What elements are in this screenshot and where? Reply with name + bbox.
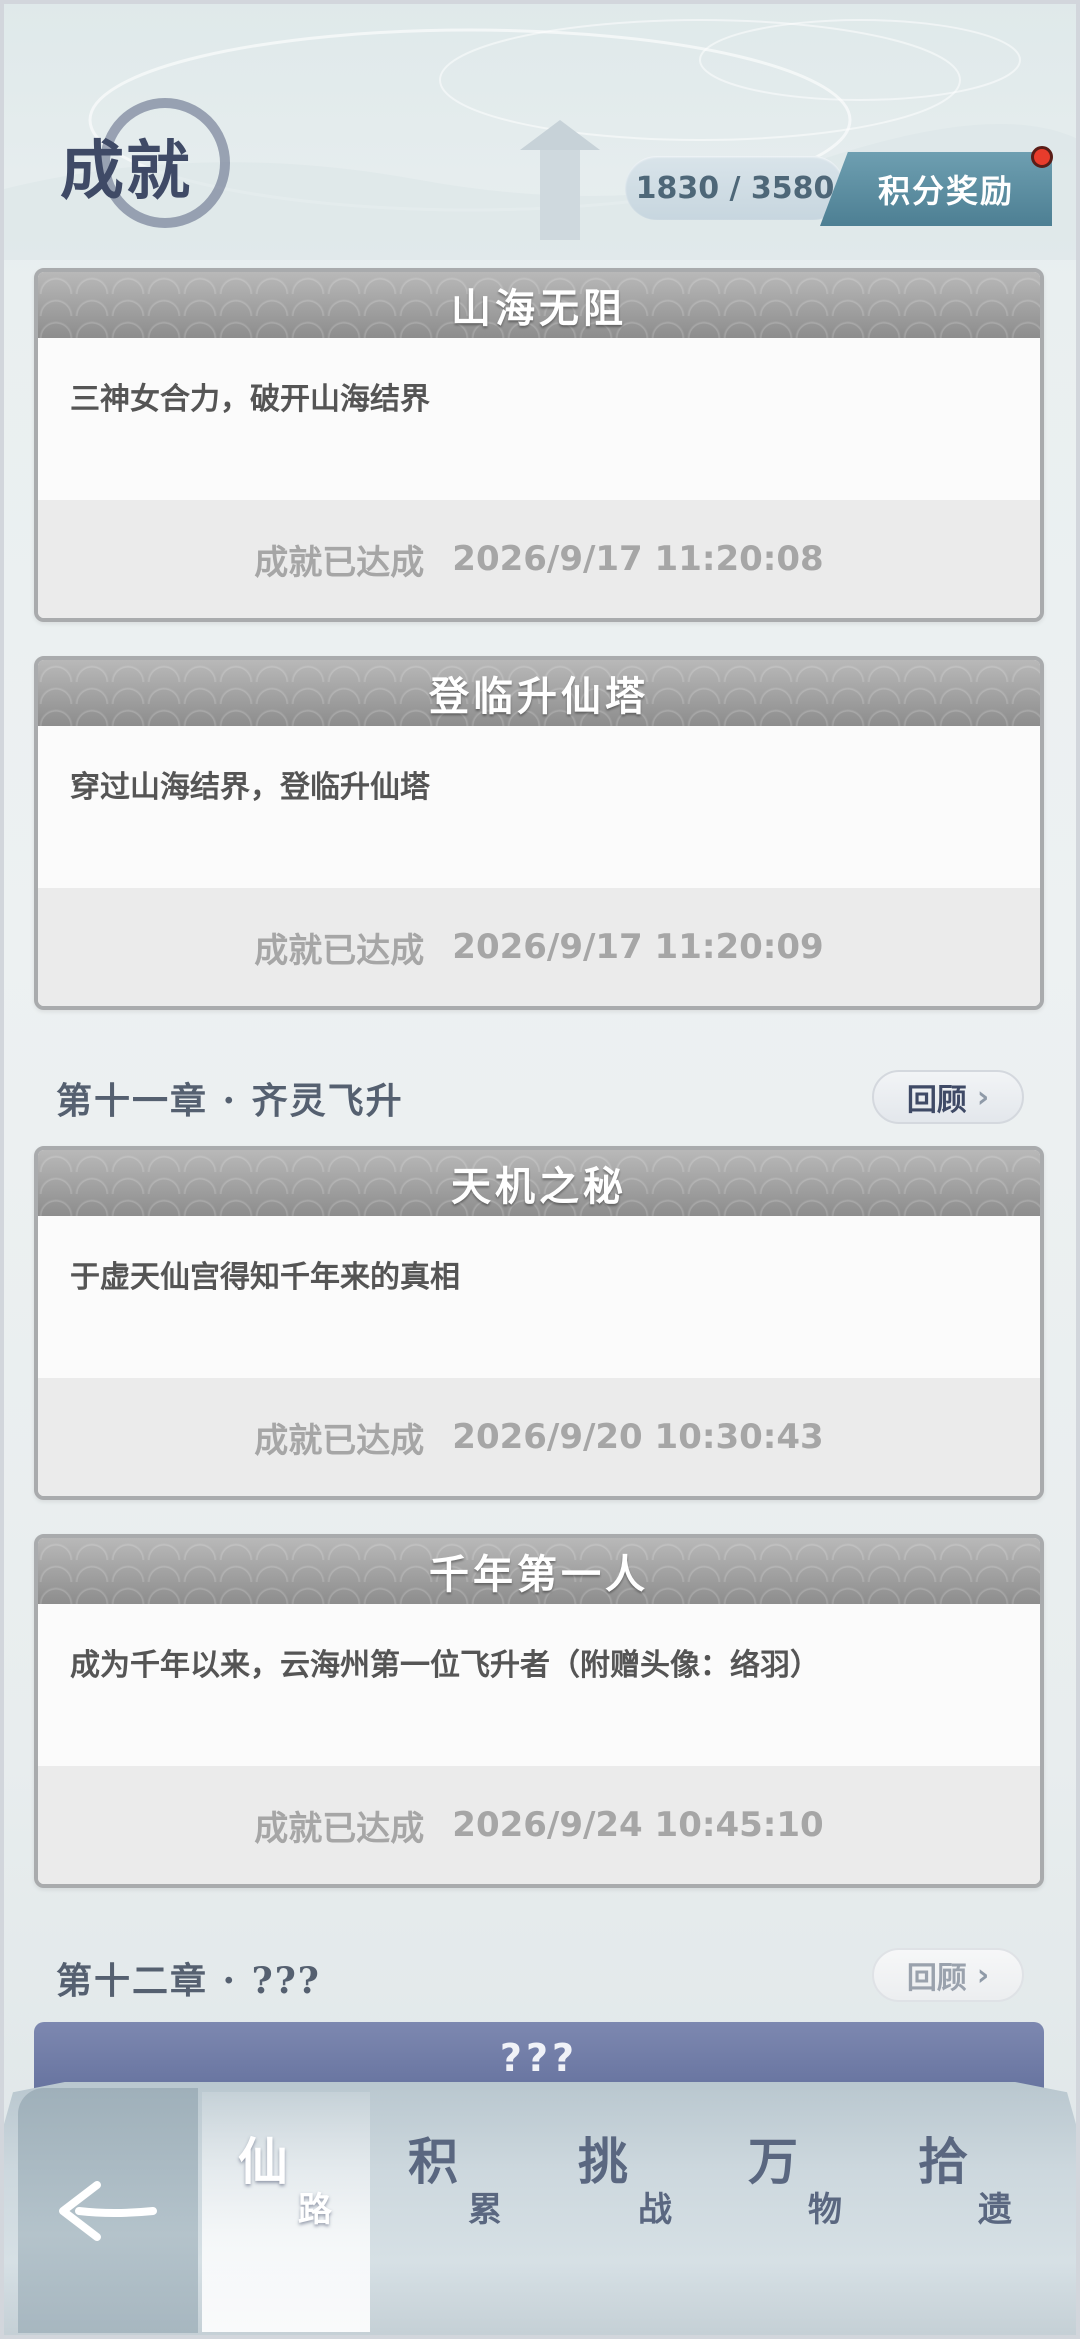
- achievement-description: 三神女合力，破开山海结界: [38, 338, 1040, 500]
- points-reward-button[interactable]: 积分奖励: [820, 152, 1052, 226]
- chapter-review-button[interactable]: 回顾 ›: [872, 1948, 1024, 2002]
- achievement-status-row: 成就已达成 2026/9/17 11:20:08: [38, 500, 1040, 618]
- tab-xianlu[interactable]: 仙 路: [202, 2092, 370, 2332]
- achievement-card: 登临升仙塔 穿过山海结界，登临升仙塔 成就已达成 2026/9/17 11:20…: [34, 656, 1044, 1010]
- tab-main-label: 拾: [918, 2132, 968, 2191]
- bottom-navigation: 仙 路 积 累 挑 战 万 物 拾 遗: [0, 2082, 1080, 2339]
- locked-achievement-title: ???: [499, 2036, 579, 2080]
- achievement-title: 登临升仙塔: [429, 673, 649, 720]
- notification-dot-icon: [1031, 146, 1053, 168]
- back-arrow-icon: [59, 2180, 157, 2241]
- tab-main-label: 仙: [238, 2132, 288, 2191]
- achievement-timestamp: 2026/9/17 11:20:09: [452, 927, 824, 967]
- tab-sub-label: 战: [638, 2190, 672, 2230]
- tab-tiaozhan[interactable]: 挑 战: [542, 2092, 710, 2332]
- achievement-card: 千年第一人 成为千年以来，云海州第一位飞升者（附赠头像：络羽） 成就已达成 20…: [34, 1534, 1044, 1888]
- achievement-timestamp: 2026/9/17 11:20:08: [452, 539, 824, 579]
- tab-wanwu[interactable]: 万 物: [712, 2092, 880, 2332]
- title-emblem: 成就: [60, 90, 260, 240]
- achievement-card: 天机之秘 于虚天仙宫得知千年来的真相 成就已达成 2026/9/20 10:30…: [34, 1146, 1044, 1500]
- chapter-review-button[interactable]: 回顾 ›: [872, 1070, 1024, 1124]
- back-button[interactable]: [18, 2088, 198, 2333]
- tab-main-label: 积: [408, 2132, 458, 2191]
- achievement-status-row: 成就已达成 2026/9/24 10:45:10: [38, 1766, 1040, 1884]
- achievement-card-header: 天机之秘: [38, 1150, 1040, 1216]
- tab-main-label: 挑: [578, 2132, 628, 2191]
- chevron-right-icon: ›: [976, 1957, 990, 1993]
- tab-jilei[interactable]: 积 累: [372, 2092, 540, 2332]
- points-counter: 1830 / 3580: [625, 156, 845, 220]
- tab-sub-label: 路: [298, 2190, 332, 2230]
- tab-sub-label: 遗: [978, 2190, 1012, 2230]
- achievement-status: 成就已达成: [254, 1420, 425, 1461]
- review-label: 回顾: [906, 1961, 967, 1996]
- tab-main-label: 万: [748, 2132, 798, 2191]
- achievement-description: 成为千年以来，云海州第一位飞升者（附赠头像：络羽）: [38, 1604, 1040, 1766]
- achievement-card: 山海无阻 三神女合力，破开山海结界 成就已达成 2026/9/17 11:20:…: [34, 268, 1044, 622]
- achievement-timestamp: 2026/9/20 10:30:43: [452, 1417, 824, 1457]
- chevron-right-icon: ›: [976, 1079, 990, 1115]
- achievement-title: 天机之秘: [451, 1163, 627, 1210]
- tab-sub-label: 物: [808, 2190, 842, 2230]
- tab-sub-label: 累: [468, 2190, 502, 2230]
- chapter-title: 第十二章 · ???: [56, 1960, 321, 2002]
- review-label: 回顾: [906, 1083, 967, 1118]
- achievement-title: 山海无阻: [451, 285, 627, 332]
- achievement-status: 成就已达成: [254, 930, 425, 971]
- achievement-description: 于虚天仙宫得知千年来的真相: [38, 1216, 1040, 1378]
- chapter-title: 第十一章 · 齐灵飞升: [56, 1080, 404, 1122]
- achievement-status-row: 成就已达成 2026/9/17 11:20:09: [38, 888, 1040, 1006]
- page-title: 成就: [60, 134, 192, 209]
- achievement-timestamp: 2026/9/24 10:45:10: [452, 1805, 824, 1845]
- tab-shiyi[interactable]: 拾 遗: [882, 2092, 1050, 2332]
- achievement-status: 成就已达成: [254, 542, 425, 583]
- achievement-status-row: 成就已达成 2026/9/20 10:30:43: [38, 1378, 1040, 1496]
- achievement-title: 千年第一人: [429, 1551, 649, 1598]
- achievement-description: 穿过山海结界，登临升仙塔: [38, 726, 1040, 888]
- achievement-status: 成就已达成: [254, 1808, 425, 1849]
- achievement-card-header: 千年第一人: [38, 1538, 1040, 1604]
- header: 成就 1830 / 3580 积分奖励: [0, 0, 1080, 260]
- achievement-card-header: 登临升仙塔: [38, 660, 1040, 726]
- achievement-card-header: 山海无阻: [38, 272, 1040, 338]
